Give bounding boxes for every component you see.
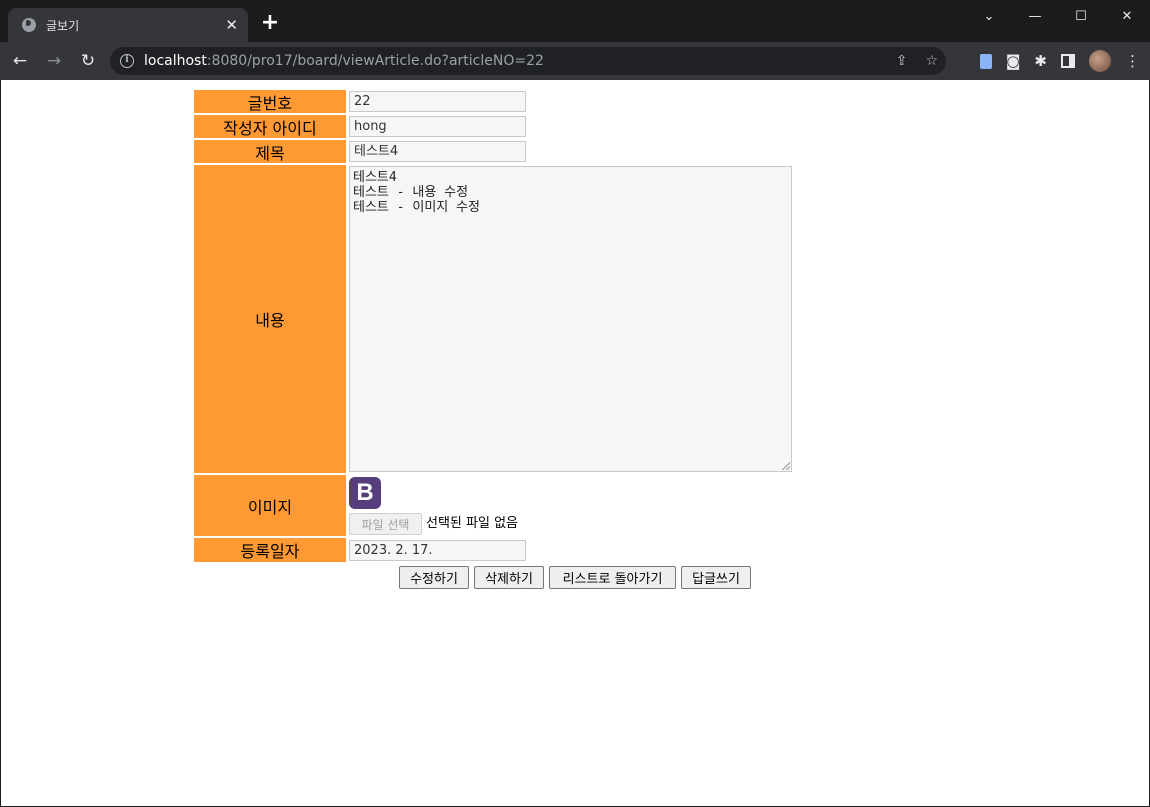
- new-tab-button[interactable]: +: [259, 12, 281, 34]
- reload-icon[interactable]: ↻: [74, 47, 102, 75]
- writer-id-field[interactable]: hong: [349, 116, 526, 137]
- label-title: 제목: [194, 140, 346, 163]
- resize-grip-icon[interactable]: [782, 462, 790, 470]
- label-write-date: 등록일자: [194, 538, 346, 562]
- browser-tab[interactable]: 글보기 ✕: [8, 8, 248, 42]
- address-bar-actions: ⇪ ☆: [896, 47, 938, 75]
- side-panel-icon[interactable]: [1061, 54, 1075, 68]
- camera-icon[interactable]: ◙: [1006, 52, 1021, 70]
- url-path: :8080/pro17/board/viewArticle.do?article…: [206, 53, 544, 69]
- kebab-menu-icon[interactable]: ⋮: [1125, 52, 1140, 70]
- delete-button[interactable]: 삭제하기: [474, 566, 544, 589]
- close-window-icon[interactable]: ✕: [1104, 0, 1150, 32]
- title-field[interactable]: 테스트4: [349, 141, 526, 162]
- site-info-icon[interactable]: i: [120, 54, 134, 68]
- article-no-field[interactable]: 22: [349, 91, 526, 112]
- puzzle-extensions-icon[interactable]: ✱: [1034, 52, 1047, 70]
- label-article-no: 글번호: [194, 90, 346, 113]
- minimize-icon[interactable]: —: [1012, 0, 1058, 32]
- profile-avatar[interactable]: [1089, 50, 1111, 72]
- tab-close-icon[interactable]: ✕: [225, 17, 238, 33]
- label-content: 내용: [194, 165, 346, 473]
- globe-icon: [22, 18, 36, 32]
- content-textarea[interactable]: 테스트4 테스트 - 내용 수정 테스트 - 이미지 수정: [349, 166, 792, 472]
- share-icon[interactable]: ⇪: [896, 53, 908, 69]
- back-arrow-icon[interactable]: ←: [6, 47, 34, 75]
- content-text: 테스트4 테스트 - 내용 수정 테스트 - 이미지 수정: [353, 170, 480, 215]
- window-controls: ⌄ — ☐ ✕: [966, 0, 1150, 32]
- no-file-selected-text: 선택된 파일 없음: [426, 516, 518, 531]
- browser-toolbar: ← → ↻ i localhost :8080/pro17/board/view…: [0, 42, 1150, 80]
- address-bar[interactable]: i localhost :8080/pro17/board/viewArticl…: [110, 47, 946, 75]
- file-select-button[interactable]: 파일 선택: [349, 513, 422, 535]
- reply-button[interactable]: 답글쓰기: [681, 566, 751, 589]
- tab-title: 글보기: [46, 18, 80, 33]
- label-writer-id: 작성자 아이디: [194, 115, 346, 138]
- modify-button[interactable]: 수정하기: [399, 566, 469, 589]
- extension-icons: ◙ ✱ ⋮: [979, 42, 1140, 80]
- url-host: localhost: [144, 53, 207, 69]
- article-image-preview: B: [349, 477, 381, 509]
- write-date-field[interactable]: 2023. 2. 17.: [349, 540, 526, 561]
- bookmark-star-icon[interactable]: ☆: [925, 53, 938, 69]
- maximize-icon[interactable]: ☐: [1058, 0, 1104, 32]
- forward-arrow-icon[interactable]: →: [40, 47, 68, 75]
- tab-search-icon[interactable]: ⌄: [966, 0, 1012, 32]
- back-to-list-button[interactable]: 리스트로 돌아가기: [549, 566, 676, 589]
- browser-titlebar: 글보기 ✕ + ⌄ — ☐ ✕: [0, 0, 1150, 42]
- label-image: 이미지: [194, 475, 346, 536]
- extension-doc-icon[interactable]: [979, 53, 992, 69]
